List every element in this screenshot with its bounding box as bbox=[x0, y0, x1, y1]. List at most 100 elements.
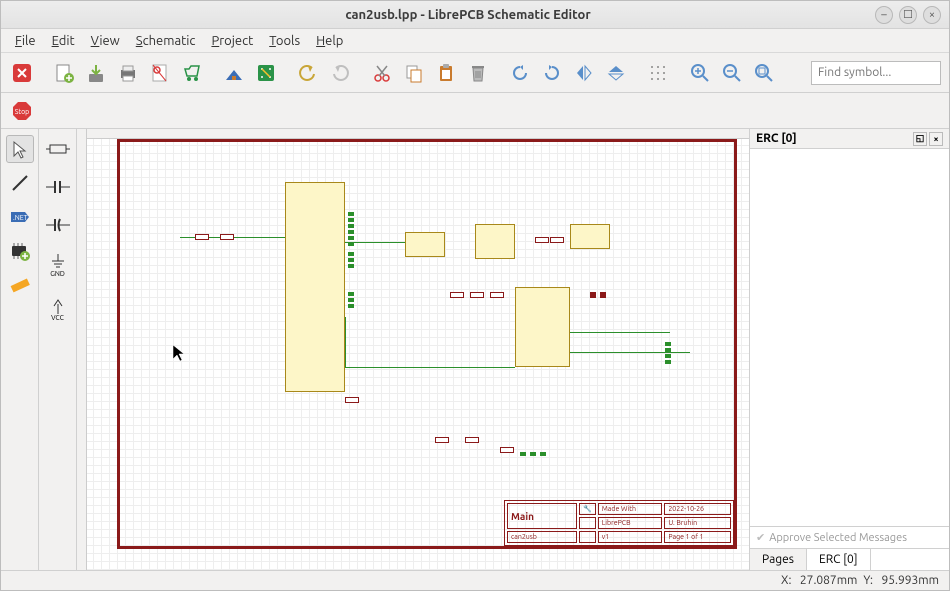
rotate-ccw-button[interactable] bbox=[505, 58, 535, 88]
wire[interactable] bbox=[570, 352, 690, 353]
titlebar: can2usb.lpp - LibrePCB Schematic Editor … bbox=[1, 1, 949, 29]
wire[interactable] bbox=[345, 317, 346, 367]
app-window: can2usb.lpp - LibrePCB Schematic Editor … bbox=[0, 0, 950, 591]
wire[interactable] bbox=[570, 332, 670, 333]
cut-button[interactable] bbox=[367, 58, 397, 88]
wire[interactable] bbox=[345, 242, 405, 243]
passive[interactable] bbox=[600, 292, 606, 298]
menu-help[interactable]: Help bbox=[308, 32, 351, 50]
ic-large-1[interactable] bbox=[515, 287, 570, 367]
passive[interactable] bbox=[435, 437, 449, 443]
menu-edit[interactable]: Edit bbox=[44, 32, 83, 50]
passive[interactable] bbox=[345, 397, 359, 403]
titleblock-project: can2usb bbox=[507, 531, 577, 543]
main-area: .NET GND VCC bbox=[1, 129, 949, 570]
close-window-button[interactable]: × bbox=[923, 6, 941, 24]
title-block: Main 🔧 Made With 2022-10-26 LibrePCB U. … bbox=[504, 500, 734, 546]
resistor-symbol-tool[interactable] bbox=[44, 135, 72, 163]
sheet-frame: Main 🔧 Made With 2022-10-26 LibrePCB U. … bbox=[117, 139, 737, 549]
select-tool[interactable] bbox=[6, 135, 34, 163]
tool-column-primary: .NET bbox=[1, 129, 39, 570]
passive[interactable] bbox=[550, 237, 564, 243]
passive[interactable] bbox=[450, 292, 464, 298]
vcc-symbol-tool[interactable]: VCC bbox=[44, 293, 72, 327]
erc-panel-header: ERC [0] ◱ × bbox=[750, 129, 949, 149]
status-y-value: 95.993mm bbox=[879, 574, 939, 587]
statusbar: X: 27.087mm Y: 95.993mm bbox=[1, 570, 949, 590]
polarized-cap-tool[interactable] bbox=[44, 211, 72, 239]
close-project-button[interactable] bbox=[7, 58, 37, 88]
save-button[interactable] bbox=[81, 58, 111, 88]
status-y-label: Y: bbox=[863, 574, 873, 587]
copy-button[interactable] bbox=[399, 58, 429, 88]
ic-mcu[interactable] bbox=[285, 182, 345, 392]
tool-column-symbols: GND VCC bbox=[39, 129, 77, 570]
passive[interactable] bbox=[500, 447, 514, 453]
line-tool[interactable] bbox=[6, 169, 34, 197]
measure-tool[interactable] bbox=[6, 271, 34, 299]
svg-text:Stop: Stop bbox=[15, 108, 30, 116]
netlabel-tool[interactable]: .NET bbox=[6, 203, 34, 231]
find-symbol-input[interactable] bbox=[811, 61, 941, 85]
add-component-tool[interactable] bbox=[6, 237, 34, 265]
passive[interactable] bbox=[470, 292, 484, 298]
minimize-button[interactable]: – bbox=[875, 6, 893, 24]
erc-message-list[interactable] bbox=[750, 149, 949, 526]
pdf-export-button[interactable] bbox=[145, 58, 175, 88]
board-editor-button[interactable] bbox=[251, 58, 281, 88]
panel-close-button[interactable]: × bbox=[929, 132, 943, 146]
ic-small-1[interactable] bbox=[405, 232, 445, 257]
passive[interactable] bbox=[590, 292, 596, 298]
menu-project[interactable]: Project bbox=[203, 32, 261, 50]
rotate-cw-button[interactable] bbox=[537, 58, 567, 88]
titleblock-main: Main bbox=[507, 503, 577, 529]
zoom-fit-button[interactable] bbox=[749, 58, 779, 88]
titleblock-tool: LibrePCB bbox=[598, 517, 663, 529]
zoom-out-button[interactable] bbox=[717, 58, 747, 88]
tab-erc[interactable]: ERC [0] bbox=[807, 549, 871, 570]
undo-button[interactable] bbox=[293, 58, 323, 88]
order-pcb-button[interactable] bbox=[177, 58, 207, 88]
mirror-h-button[interactable] bbox=[569, 58, 599, 88]
grid-button[interactable] bbox=[643, 58, 673, 88]
paste-button[interactable] bbox=[431, 58, 461, 88]
panel-float-button[interactable]: ◱ bbox=[913, 132, 927, 146]
menu-file[interactable]: File bbox=[7, 32, 44, 50]
new-button[interactable] bbox=[49, 58, 79, 88]
wire[interactable] bbox=[345, 367, 515, 368]
tab-pages[interactable]: Pages bbox=[750, 549, 807, 570]
passive[interactable] bbox=[465, 437, 479, 443]
erc-approve-row: ✔ Approve Selected Messages bbox=[750, 526, 949, 548]
passive[interactable] bbox=[195, 234, 209, 240]
erc-panel: ERC [0] ◱ × ✔ Approve Selected Messages … bbox=[749, 129, 949, 570]
redo-button[interactable] bbox=[325, 58, 355, 88]
svg-text:.NET: .NET bbox=[13, 214, 28, 222]
status-x-label: X: bbox=[781, 574, 791, 587]
maximize-button[interactable]: ☐ bbox=[899, 6, 917, 24]
gnd-label: GND bbox=[50, 270, 65, 278]
print-button[interactable] bbox=[113, 58, 143, 88]
main-toolbar bbox=[1, 53, 949, 93]
delete-button[interactable] bbox=[463, 58, 493, 88]
panel-tabs: Pages ERC [0] bbox=[750, 548, 949, 570]
titleblock-rev: v1 bbox=[598, 531, 663, 543]
passive[interactable] bbox=[535, 237, 549, 243]
capacitor-symbol-tool[interactable] bbox=[44, 173, 72, 201]
abort-button[interactable]: Stop bbox=[7, 96, 37, 126]
titleblock-date: 2022-10-26 bbox=[664, 503, 731, 515]
gnd-symbol-tool[interactable]: GND bbox=[44, 249, 72, 283]
control-panel-button[interactable] bbox=[219, 58, 249, 88]
menu-schematic[interactable]: Schematic bbox=[128, 32, 204, 50]
schematic-canvas[interactable]: Main 🔧 Made With 2022-10-26 LibrePCB U. … bbox=[77, 129, 749, 570]
menu-view[interactable]: View bbox=[83, 32, 128, 50]
menu-tools[interactable]: Tools bbox=[261, 32, 308, 50]
find-symbol-field[interactable] bbox=[811, 61, 941, 85]
command-toolbar: Stop bbox=[1, 93, 949, 129]
zoom-in-button[interactable] bbox=[685, 58, 715, 88]
passive[interactable] bbox=[220, 234, 234, 240]
erc-title: ERC [0] bbox=[756, 132, 797, 145]
mirror-v-button[interactable] bbox=[601, 58, 631, 88]
ic-small-3[interactable] bbox=[570, 224, 610, 249]
ic-small-2[interactable] bbox=[475, 224, 515, 259]
passive[interactable] bbox=[490, 292, 504, 298]
